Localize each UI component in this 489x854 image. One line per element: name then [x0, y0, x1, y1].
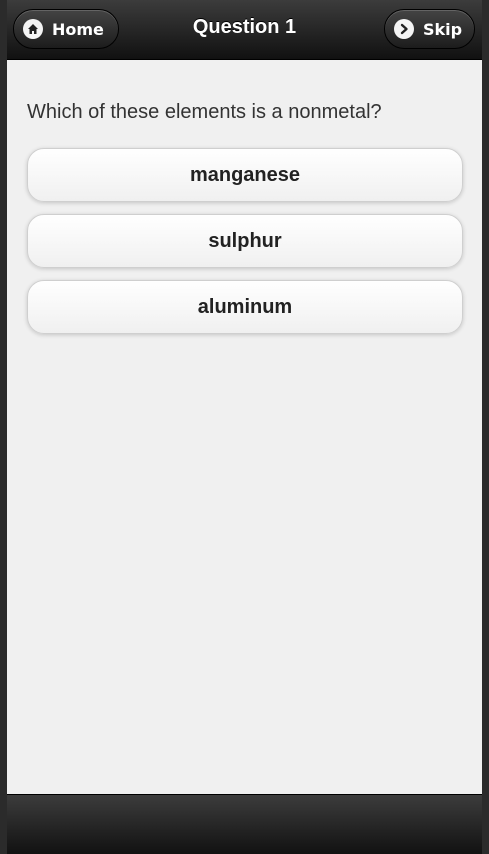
- footer-bar: [7, 794, 482, 854]
- header-bar: Home Question 1 Skip: [7, 0, 482, 60]
- device-frame: Home Question 1 Skip Which of these elem…: [0, 0, 489, 854]
- question-text: Which of these elements is a nonmetal?: [27, 101, 382, 123]
- answer-button-2[interactable]: sulphur: [27, 214, 463, 268]
- answer-button-3[interactable]: aluminum: [27, 280, 463, 334]
- chevron-right-icon: [394, 19, 414, 39]
- skip-button[interactable]: Skip: [384, 9, 475, 49]
- app-screen: Home Question 1 Skip Which of these elem…: [7, 0, 482, 854]
- skip-button-label: Skip: [423, 19, 463, 39]
- answer-button-1[interactable]: manganese: [27, 148, 463, 202]
